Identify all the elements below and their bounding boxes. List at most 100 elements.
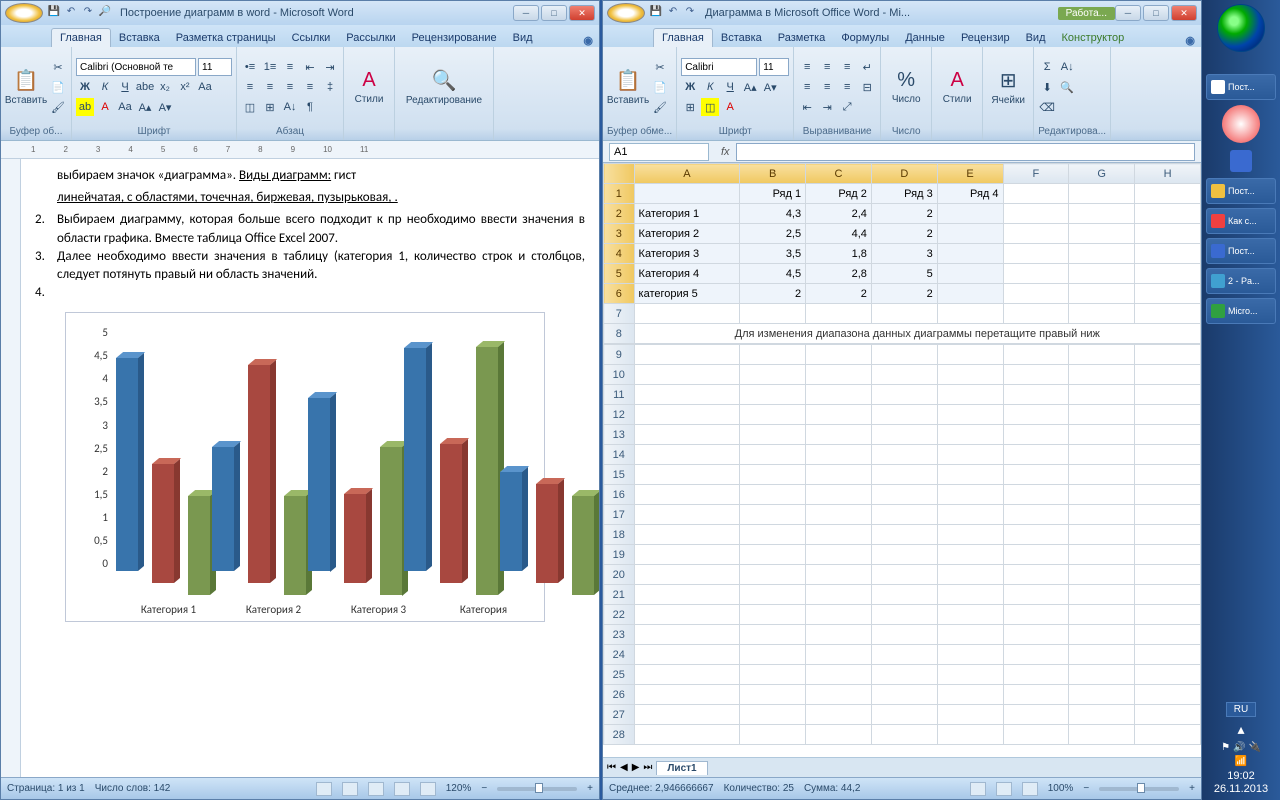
row-header[interactable]: 23 bbox=[604, 625, 635, 645]
cell[interactable] bbox=[1135, 345, 1201, 365]
cell[interactable] bbox=[634, 685, 740, 705]
cell[interactable] bbox=[1135, 705, 1201, 725]
cell[interactable] bbox=[1003, 385, 1069, 405]
cell[interactable] bbox=[1135, 685, 1201, 705]
merge-center[interactable]: ⊟ bbox=[858, 78, 876, 96]
col-header[interactable]: E bbox=[937, 164, 1003, 184]
word-count[interactable]: Число слов: 142 bbox=[95, 783, 171, 794]
zoom-in-button[interactable]: + bbox=[1189, 783, 1195, 794]
taskbar-item[interactable]: Пост... bbox=[1206, 238, 1276, 264]
cell[interactable] bbox=[937, 284, 1003, 304]
cell[interactable] bbox=[1135, 645, 1201, 665]
cell[interactable] bbox=[1069, 705, 1135, 725]
col-header[interactable]: H bbox=[1135, 164, 1201, 184]
cell[interactable] bbox=[1069, 645, 1135, 665]
cell[interactable]: 3 bbox=[871, 244, 937, 264]
cell[interactable] bbox=[806, 425, 872, 445]
cell[interactable] bbox=[1069, 284, 1135, 304]
cell[interactable] bbox=[1135, 224, 1201, 244]
cell[interactable] bbox=[1069, 445, 1135, 465]
cell[interactable] bbox=[1135, 204, 1201, 224]
cell[interactable] bbox=[740, 625, 806, 645]
indent-right[interactable]: ⇥ bbox=[818, 98, 836, 116]
formula-input[interactable] bbox=[736, 143, 1195, 161]
underline-button[interactable]: Ч bbox=[116, 78, 134, 96]
cell[interactable] bbox=[806, 445, 872, 465]
minimize-button[interactable]: ─ bbox=[513, 5, 539, 21]
cell[interactable] bbox=[806, 665, 872, 685]
cell[interactable] bbox=[806, 465, 872, 485]
cell[interactable]: Ряд 4 bbox=[937, 184, 1003, 204]
cell[interactable] bbox=[806, 365, 872, 385]
cell[interactable] bbox=[937, 385, 1003, 405]
cell[interactable]: 2 bbox=[871, 224, 937, 244]
cell[interactable] bbox=[1135, 365, 1201, 385]
cell[interactable] bbox=[634, 485, 740, 505]
multilevel-list-button[interactable]: ≡ bbox=[281, 58, 299, 76]
row-header[interactable]: 20 bbox=[604, 565, 635, 585]
cell[interactable]: Категория 1 bbox=[634, 204, 740, 224]
grow-font-button[interactable]: A▴ bbox=[741, 78, 759, 96]
row-header[interactable]: 2 bbox=[604, 204, 635, 224]
taskbar-item[interactable]: 2 - Pa... bbox=[1206, 268, 1276, 294]
cut-icon[interactable]: ✂ bbox=[49, 58, 67, 76]
cell[interactable] bbox=[1003, 625, 1069, 645]
chart-3d-bar[interactable]: 54,543,532,521,510,50 Категория 1Категор… bbox=[65, 312, 545, 622]
sheet-area[interactable]: A B C D E F G H 1 Ряд 1 Ряд 2 Ряд 3 Ряд … bbox=[603, 163, 1201, 757]
cell[interactable] bbox=[871, 645, 937, 665]
cell[interactable] bbox=[634, 725, 740, 745]
cell[interactable] bbox=[634, 665, 740, 685]
bold-button[interactable]: Ж bbox=[76, 78, 94, 96]
sheet-tab[interactable]: Лист1 bbox=[656, 761, 707, 775]
col-header[interactable]: C bbox=[806, 164, 872, 184]
cell[interactable] bbox=[1069, 585, 1135, 605]
cell[interactable] bbox=[1069, 204, 1135, 224]
cell[interactable]: 2 bbox=[806, 284, 872, 304]
zoom-out-button[interactable]: − bbox=[1083, 783, 1089, 794]
cell[interactable] bbox=[1069, 685, 1135, 705]
font-name-combo[interactable]: Calibri (Основной те bbox=[76, 58, 196, 76]
cell[interactable] bbox=[871, 485, 937, 505]
cell[interactable]: 2,5 bbox=[740, 224, 806, 244]
cell[interactable] bbox=[937, 625, 1003, 645]
save-icon[interactable]: 💾 bbox=[649, 6, 663, 20]
fx-icon[interactable]: fx bbox=[721, 146, 730, 158]
cell[interactable] bbox=[871, 365, 937, 385]
cell[interactable] bbox=[1135, 244, 1201, 264]
clock[interactable]: 19:0226.11.2013 bbox=[1206, 770, 1276, 796]
cell[interactable] bbox=[1003, 705, 1069, 725]
cell[interactable]: 4,5 bbox=[740, 264, 806, 284]
name-box[interactable]: A1 bbox=[609, 143, 709, 161]
cell[interactable]: категория 5 bbox=[634, 284, 740, 304]
start-button[interactable] bbox=[1217, 4, 1265, 52]
view-outline[interactable] bbox=[394, 782, 410, 796]
cell[interactable]: 2 bbox=[740, 284, 806, 304]
show-hidden-icons[interactable]: ▴ bbox=[1206, 721, 1276, 738]
cell[interactable] bbox=[937, 705, 1003, 725]
language-indicator[interactable]: RU bbox=[1226, 702, 1256, 717]
row-header[interactable]: 21 bbox=[604, 585, 635, 605]
align-center-button[interactable]: ≡ bbox=[261, 78, 279, 96]
cell[interactable] bbox=[740, 445, 806, 465]
bold-button[interactable]: Ж bbox=[681, 78, 699, 96]
cell[interactable] bbox=[740, 485, 806, 505]
cell[interactable] bbox=[634, 585, 740, 605]
cell[interactable] bbox=[937, 545, 1003, 565]
row-header[interactable]: 16 bbox=[604, 485, 635, 505]
cell[interactable] bbox=[871, 705, 937, 725]
col-header[interactable]: G bbox=[1069, 164, 1135, 184]
view-web[interactable] bbox=[368, 782, 384, 796]
styles-button[interactable]: AСтили bbox=[936, 49, 978, 125]
app-icon[interactable] bbox=[1230, 150, 1252, 172]
cell[interactable] bbox=[740, 725, 806, 745]
align-left-button[interactable]: ≡ bbox=[241, 78, 259, 96]
cell[interactable] bbox=[1069, 385, 1135, 405]
cell[interactable] bbox=[634, 405, 740, 425]
spreadsheet-grid[interactable]: A B C D E F G H 1 Ряд 1 Ряд 2 Ряд 3 Ряд … bbox=[603, 163, 1201, 344]
cell[interactable] bbox=[1003, 505, 1069, 525]
cell[interactable] bbox=[740, 304, 806, 324]
row-header[interactable]: 9 bbox=[604, 345, 635, 365]
col-header[interactable]: B bbox=[740, 164, 806, 184]
cell[interactable] bbox=[806, 345, 872, 365]
cell[interactable] bbox=[871, 725, 937, 745]
